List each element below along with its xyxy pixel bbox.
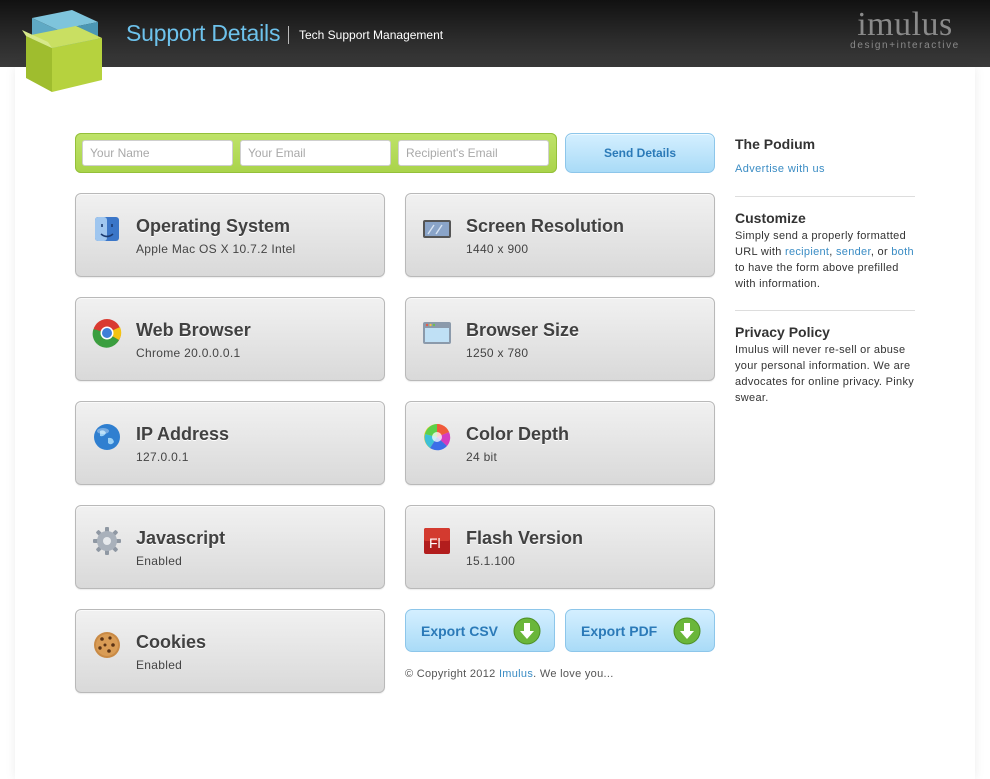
card-javascript: Javascript Enabled bbox=[75, 505, 385, 589]
export-csv-label: Export CSV bbox=[421, 623, 499, 639]
export-csv-button[interactable]: Export CSV bbox=[405, 609, 555, 652]
card-value: Apple Mac OS X 10.7.2 Intel bbox=[136, 242, 296, 256]
sidebar-divider bbox=[735, 196, 915, 197]
recipient-link[interactable]: recipient bbox=[785, 246, 829, 258]
email-input[interactable] bbox=[240, 140, 391, 166]
both-link[interactable]: both bbox=[891, 246, 914, 258]
imulus-link[interactable]: Imulus bbox=[499, 668, 533, 680]
app-title: Support Details bbox=[126, 20, 281, 46]
title-divider bbox=[288, 26, 289, 44]
card-ip-address: IP Address 127.0.0.1 bbox=[75, 401, 385, 485]
brand-tagline: design+interactive bbox=[850, 40, 960, 51]
card-title: Web Browser bbox=[136, 320, 251, 340]
export-pdf-label: Export PDF bbox=[581, 623, 658, 639]
flash-icon: Fl bbox=[424, 528, 450, 554]
brand-logo[interactable]: imulus design+interactive bbox=[845, 6, 965, 52]
copyright-text: © Copyright 2012 Imulus. We love you... bbox=[405, 668, 614, 680]
advertise-link[interactable]: Advertise with us bbox=[735, 163, 825, 175]
display-icon bbox=[423, 220, 451, 238]
recipient-email-input[interactable] bbox=[398, 140, 549, 166]
name-input[interactable] bbox=[82, 140, 233, 166]
box-logo-icon bbox=[22, 10, 102, 92]
privacy-heading: Privacy Policy bbox=[735, 324, 830, 340]
browser-window-icon bbox=[423, 322, 451, 344]
app-subtitle: Tech Support Management bbox=[299, 28, 444, 42]
card-value: Chrome 20.0.0.0.1 bbox=[136, 346, 241, 360]
customize-heading: Customize bbox=[735, 210, 806, 226]
card-title: Operating System bbox=[136, 216, 291, 236]
card-title: Javascript bbox=[136, 528, 226, 548]
privacy-text: Imulus will never re-sell or abuse your … bbox=[735, 344, 915, 404]
card-value: 1250 x 780 bbox=[466, 346, 529, 360]
card-screen-resolution: Screen Resolution 1440 x 900 bbox=[405, 193, 715, 277]
card-value: 15.1.100 bbox=[466, 554, 516, 568]
export-pdf-button[interactable]: Export PDF bbox=[565, 609, 715, 652]
card-cookies: Cookies Enabled bbox=[75, 609, 385, 693]
card-web-browser: Web Browser Chrome 20.0.0.0.1 bbox=[75, 297, 385, 381]
chrome-icon bbox=[92, 319, 122, 348]
card-flash-version: Fl Flash Version 15.1.100 bbox=[405, 505, 715, 589]
send-details-button[interactable]: Send Details bbox=[565, 133, 715, 173]
finder-icon bbox=[95, 217, 119, 241]
sender-link[interactable]: sender bbox=[836, 246, 871, 258]
svg-text:Fl: Fl bbox=[429, 535, 441, 551]
customize-text: Simply send a properly formatted URL wit… bbox=[735, 230, 914, 290]
card-title: Screen Resolution bbox=[466, 216, 625, 236]
download-arrow-icon bbox=[673, 617, 701, 645]
podium-heading: The Podium bbox=[735, 136, 816, 152]
download-arrow-icon bbox=[513, 617, 541, 645]
card-title: Color Depth bbox=[466, 424, 569, 444]
cookie-icon bbox=[94, 632, 120, 658]
card-title: Flash Version bbox=[466, 528, 584, 548]
card-value: 1440 x 900 bbox=[466, 242, 529, 256]
card-value: Enabled bbox=[136, 658, 183, 672]
card-title: IP Address bbox=[136, 424, 230, 444]
globe-icon bbox=[94, 424, 120, 450]
card-value: 127.0.0.1 bbox=[136, 450, 189, 464]
card-title: Cookies bbox=[136, 632, 207, 652]
send-details-form bbox=[75, 133, 557, 173]
brand-name: imulus bbox=[857, 6, 953, 43]
card-browser-size: Browser Size 1250 x 780 bbox=[405, 297, 715, 381]
gear-icon bbox=[93, 527, 121, 555]
card-color-depth: Color Depth 24 bit bbox=[405, 401, 715, 485]
card-value: Enabled bbox=[136, 554, 183, 568]
card-operating-system: Operating System Apple Mac OS X 10.7.2 I… bbox=[75, 193, 385, 277]
sidebar-divider bbox=[735, 310, 915, 311]
card-value: 24 bit bbox=[466, 450, 498, 464]
color-wheel-icon bbox=[424, 424, 451, 451]
card-title: Browser Size bbox=[466, 320, 580, 340]
